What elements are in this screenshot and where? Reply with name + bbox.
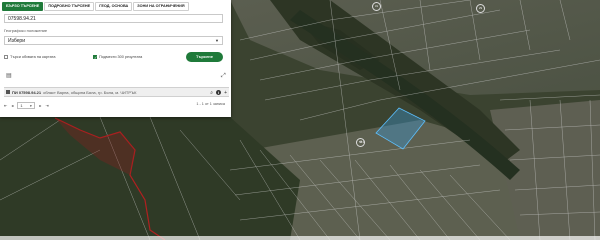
result-actions: ⌕ i + — [210, 90, 227, 96]
expand-icon[interactable]: ⤢ — [221, 73, 226, 79]
page-select-value: 1 — [20, 102, 23, 108]
location-select-value: Избери — [8, 38, 25, 44]
show-300-checkbox[interactable]: ✓ — [93, 55, 97, 60]
chevron-down-icon: ▼ — [29, 103, 33, 108]
location-select[interactable]: Избери ▼ — [4, 36, 223, 45]
by-map-extent-option[interactable]: Търси обхвата на картата — [4, 54, 55, 60]
search-panel: БЪРЗО ТЪРСЕНЕ ПОДРОБНО ТЪРСЕНЕ ГЕОД. ОСН… — [0, 0, 231, 117]
result-description: област Варна, община Бяла, гр. Бяла, м. … — [43, 89, 137, 95]
tab-restriction-zones[interactable]: ЗОНИ НА ОГРАНИЧЕНИЯ — [133, 2, 189, 11]
result-select-icon[interactable] — [6, 90, 10, 94]
info-icon[interactable]: i — [216, 90, 222, 95]
next-page-icon[interactable]: ▸ — [39, 103, 41, 108]
search-tabs: БЪРЗО ТЪРСЕНЕ ПОДРОБНО ТЪРСЕНЕ ГЕОД. ОСН… — [2, 2, 189, 11]
map-footer-strip — [0, 236, 600, 240]
page-select[interactable]: 1 ▼ — [17, 101, 36, 109]
last-page-icon[interactable]: ⇥ — [45, 103, 48, 108]
result-title: ПИ 07598.94.21 — [12, 89, 42, 95]
result-row[interactable]: ПИ 07598.94.21 област Варна, община Бяла… — [4, 87, 229, 97]
map-parcel-badge: 56 — [356, 138, 365, 147]
chevron-down-icon: ▼ — [215, 38, 219, 43]
location-label: Географско положение — [4, 28, 48, 33]
tab-quick-search[interactable]: БЪРЗО ТЪРСЕНЕ — [2, 2, 44, 11]
show-300-label: Подмести 300 резултата — [99, 55, 143, 59]
search-button[interactable]: Търсене — [186, 52, 223, 62]
first-page-icon[interactable]: ⇤ — [4, 103, 7, 108]
prev-page-icon[interactable]: ◂ — [11, 103, 13, 108]
records-count: 1 - 1 от 1 записа — [196, 102, 225, 106]
by-map-extent-checkbox[interactable] — [4, 55, 8, 59]
tab-advanced-search[interactable]: ПОДРОБНО ТЪРСЕНЕ — [44, 2, 95, 11]
pager: ⇤ ◂ 1 ▼ ▸ ⇥ — [4, 101, 49, 109]
identifier-search-input[interactable]: 07598.94.21 — [4, 14, 223, 23]
map-parcel-badge: 31 — [372, 2, 381, 11]
add-icon[interactable]: + — [224, 90, 227, 96]
zoom-icon[interactable]: ⌕ — [210, 90, 213, 96]
show-300-option[interactable]: ✓ Подмести 300 резултата — [93, 54, 142, 60]
tab-geodetic-base[interactable]: ГЕОД. ОСНОВА — [95, 2, 133, 11]
by-map-extent-label: Търси обхвата на картата — [10, 55, 56, 59]
map-parcel-badge: 29 — [476, 4, 485, 13]
list-icon[interactable]: ▤ — [6, 73, 12, 79]
